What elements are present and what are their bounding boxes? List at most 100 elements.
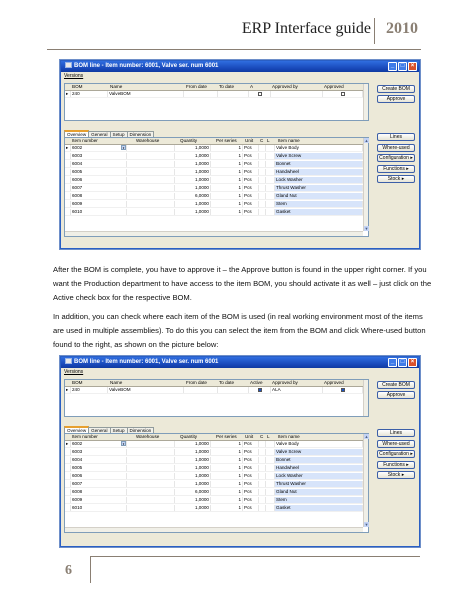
bom-active-cell[interactable] [249,91,271,97]
item-name-cell[interactable]: Lock Washer [275,177,363,183]
unit-cell[interactable]: Pcs [243,209,259,215]
table-row[interactable]: 6006 1,0000 1 Pcs Lock Washer [65,177,363,184]
c-cell[interactable] [259,169,266,175]
table-row[interactable]: 6005 1,0000 1 Pcs Handwheel [65,169,363,176]
col-item-name[interactable]: Item name [277,138,327,144]
warehouse-cell[interactable] [127,161,175,167]
item-name-cell[interactable]: Bonnet [275,161,363,167]
l-cell[interactable] [266,209,275,215]
item-name-cell[interactable]: Valve Body [275,145,363,151]
warehouse-cell[interactable] [127,193,175,199]
per-series-cell[interactable]: 1 [211,505,243,511]
menu-versions[interactable]: Versions [64,73,83,79]
where-used-button[interactable]: Where-used [377,144,415,152]
quantity-cell[interactable]: 1,0000 [175,505,211,511]
quantity-cell[interactable]: 1,0000 [175,177,211,183]
lines-button[interactable]: Lines [377,133,415,141]
unit-cell[interactable]: Pcs [243,473,259,479]
warehouse-cell[interactable] [127,505,175,511]
l-cell[interactable] [266,185,275,191]
configuration-button[interactable]: Configuration ▸ [377,154,415,162]
item-name-cell[interactable]: Gasket [275,505,363,511]
item-name-cell[interactable]: Bonnet [275,457,363,463]
item-name-cell[interactable]: Gasket [275,209,363,215]
active-checkbox[interactable] [258,388,262,392]
item-number-cell[interactable]: 6007 [71,185,127,191]
c-cell[interactable] [259,505,266,511]
c-cell[interactable] [259,193,266,199]
maximize-icon[interactable]: □ [398,358,407,367]
l-cell[interactable] [266,473,275,479]
warehouse-cell[interactable] [127,441,175,447]
approve-button[interactable]: Approve [377,391,415,399]
per-series-cell[interactable]: 1 [211,457,243,463]
c-cell[interactable] [259,145,266,151]
quantity-cell[interactable]: 1,0000 [175,153,211,159]
col-approved[interactable]: Approved [323,380,363,386]
l-cell[interactable] [266,441,275,447]
warehouse-cell[interactable] [127,169,175,175]
approve-button[interactable]: Approve [377,95,415,103]
bom-from-date[interactable] [184,91,218,97]
approved-checkbox[interactable] [341,388,345,392]
per-series-cell[interactable]: 1 [211,473,243,479]
col-item-number[interactable]: Item number [71,138,111,144]
item-number-cell[interactable]: 6007 [71,481,127,487]
col-l[interactable]: L [266,138,272,144]
l-cell[interactable] [266,465,275,471]
per-series-cell[interactable]: 1 [211,145,243,151]
lines-button[interactable]: Lines [377,429,415,437]
item-number-cell[interactable]: 6003 [71,449,127,455]
functions-button[interactable]: Functions ▸ [377,165,415,173]
col-to-date[interactable]: To date [218,380,250,386]
item-name-cell[interactable]: Handwheel [275,169,363,175]
per-series-cell[interactable]: 1 [211,153,243,159]
bom-name[interactable]: ValveBOM [108,387,184,393]
c-cell[interactable] [259,185,266,191]
item-number-cell[interactable]: 6004 [71,457,127,463]
col-c[interactable]: C [259,138,265,144]
item-number-cell[interactable]: 6006 [71,177,127,183]
table-row[interactable]: 6007 1,0000 1 Pcs Thrust Washer [65,481,363,488]
item-number-cell[interactable]: 6005 [71,169,127,175]
item-name-cell[interactable]: Valve Screw [275,153,363,159]
create-bom-button[interactable]: Create BOM [377,85,415,93]
col-item-number[interactable]: Item number [71,434,111,440]
warehouse-cell[interactable] [127,457,175,463]
window-titlebar[interactable]: BOM line - Item number: 6001, Valve ser.… [61,61,419,72]
l-cell[interactable] [266,505,275,511]
minimize-icon[interactable]: _ [388,62,397,71]
bom-approved-cell[interactable] [323,91,363,97]
l-cell[interactable] [266,153,275,159]
col-quantity[interactable]: Quantity [179,138,209,144]
item-number-cell[interactable]: 6010 [71,209,127,215]
col-from-date[interactable]: From date [185,84,217,90]
bom-approved-by[interactable] [271,91,323,97]
table-row[interactable]: 6010 1,0000 1 Pcs Gasket [65,505,363,512]
c-cell[interactable] [259,177,266,183]
unit-cell[interactable]: Pcs [243,201,259,207]
configuration-button[interactable]: Configuration ▸ [377,450,415,458]
unit-cell[interactable]: Pcs [243,449,259,455]
warehouse-cell[interactable] [127,145,175,151]
warehouse-cell[interactable] [127,201,175,207]
col-name[interactable]: Name [109,84,179,90]
bom-row[interactable]: ▸ 240 ValveBOM [65,91,368,98]
warehouse-cell[interactable] [127,489,175,495]
unit-cell[interactable]: Pcs [243,169,259,175]
c-cell[interactable] [259,457,266,463]
per-series-cell[interactable]: 1 [211,161,243,167]
lookup-icon[interactable]: ▾ [121,441,126,446]
item-number-cell[interactable]: 6005 [71,465,127,471]
quantity-cell[interactable]: 1,0000 [175,441,211,447]
c-cell[interactable] [259,497,266,503]
table-row[interactable]: 6003 1,0000 1 Pcs Valve Screw [65,449,363,456]
l-cell[interactable] [266,497,275,503]
per-series-cell[interactable]: 1 [211,497,243,503]
col-warehouse[interactable]: Warehouse [135,434,175,440]
per-series-cell[interactable]: 1 [211,201,243,207]
table-row[interactable]: 6007 1,0000 1 Pcs Thrust Washer [65,185,363,192]
item-name-cell[interactable]: Valve Screw [275,449,363,455]
per-series-cell[interactable]: 1 [211,209,243,215]
c-cell[interactable] [259,153,266,159]
